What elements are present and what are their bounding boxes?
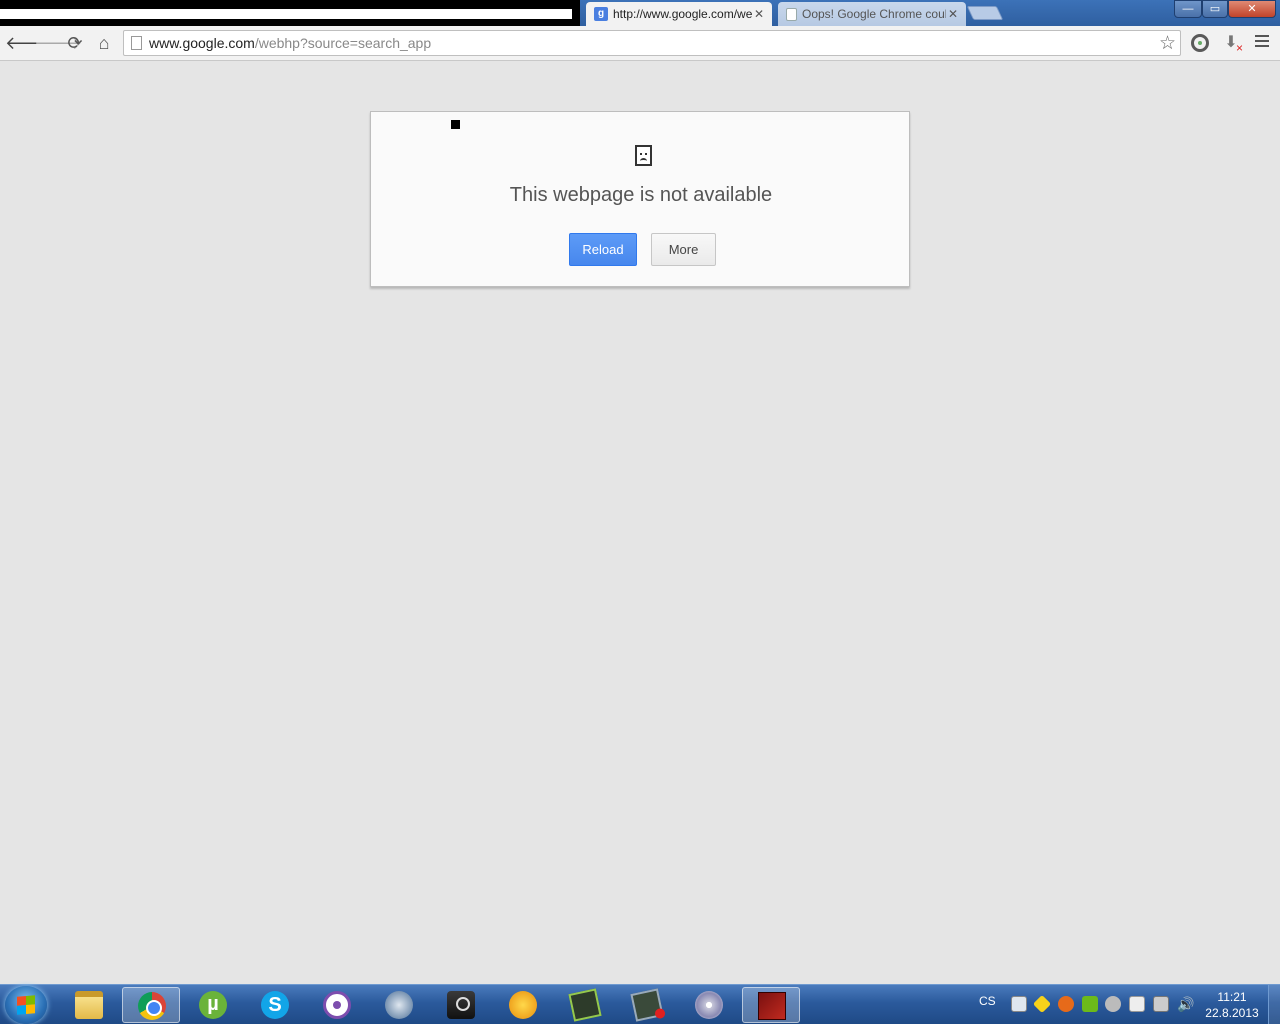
address-bar[interactable]: www.google.com/webhp?source=search_app ☆ <box>123 30 1181 56</box>
viber-icon <box>323 991 351 1019</box>
tray-network-icon[interactable] <box>1011 996 1027 1012</box>
back-button[interactable]: 🡐 <box>5 31 53 55</box>
page-icon <box>131 36 142 50</box>
url-host: www.google.com <box>149 35 255 51</box>
disc-icon <box>695 991 723 1019</box>
skype-icon: S <box>261 991 289 1019</box>
clock-date: 22.8.2013 <box>1205 1006 1259 1020</box>
steam-icon <box>447 991 475 1019</box>
show-desktop-button[interactable] <box>1268 985 1280 1024</box>
taskbar-disc-burner[interactable] <box>680 987 738 1023</box>
tray-monitor-icon[interactable] <box>1153 996 1169 1012</box>
new-tab-button[interactable] <box>966 6 1004 20</box>
taskbar-explorer[interactable] <box>60 987 118 1023</box>
redacted-region <box>0 0 580 26</box>
maximize-button[interactable]: ▭ <box>1202 0 1228 18</box>
reload-button[interactable]: ⟳ <box>63 31 87 55</box>
windows-taskbar: µ S CS 🔊 11:21 22.8.2013 <box>0 984 1280 1024</box>
browser-toolbar: 🡐 🡒 ⟳ ⌂ www.google.com/webhp?source=sear… <box>0 26 1280 61</box>
taskbar-app-2[interactable] <box>618 987 676 1023</box>
taskbar-utorrent[interactable]: µ <box>184 987 242 1023</box>
redaction-bar <box>0 9 572 19</box>
sad-page-icon <box>635 145 652 166</box>
taskbar-skype[interactable]: S <box>246 987 304 1023</box>
dota-icon <box>758 992 786 1020</box>
cursor-marker <box>451 120 460 129</box>
tray-steam-icon[interactable] <box>1105 996 1121 1012</box>
reload-page-button[interactable]: Reload <box>569 233 637 266</box>
tab-title: http://www.google.com/webhp?source=searc… <box>613 7 752 21</box>
start-button[interactable] <box>5 986 47 1024</box>
page-favicon-icon <box>786 7 797 21</box>
google-favicon-icon: g <box>594 7 608 21</box>
title-bar: g http://www.google.com/webhp?source=sea… <box>0 0 1280 26</box>
tray-action-center-icon[interactable] <box>1129 996 1145 1012</box>
utorrent-icon: µ <box>199 991 227 1019</box>
download-blocked-icon[interactable]: ⬇ <box>1222 34 1243 57</box>
minimize-button[interactable]: — <box>1174 0 1202 18</box>
chrome-menu-icon[interactable] <box>1255 35 1269 49</box>
tab-oops-chrome[interactable]: Oops! Google Chrome could not connect ✕ <box>778 2 966 26</box>
language-indicator[interactable]: CS <box>979 994 996 1008</box>
extension-icon[interactable] <box>1191 34 1209 52</box>
more-button[interactable]: More <box>651 233 716 266</box>
fl-studio-icon <box>509 991 537 1019</box>
forward-button[interactable]: 🡒 <box>34 31 82 55</box>
error-card: This webpage is not available Reload Mor… <box>370 111 910 287</box>
clock[interactable]: 11:21 22.8.2013 <box>1200 989 1264 1021</box>
taskbar-teamspeak[interactable] <box>370 987 428 1023</box>
taskbar-steam[interactable] <box>432 987 490 1023</box>
taskbar-viber[interactable] <box>308 987 366 1023</box>
tray-app-icon[interactable] <box>1058 996 1074 1012</box>
chrome-icon <box>138 992 166 1020</box>
taskbar-dota[interactable] <box>742 987 800 1023</box>
url-text[interactable]: www.google.com/webhp?source=search_app <box>149 35 431 51</box>
error-title: This webpage is not available <box>509 184 773 206</box>
tab-title: Oops! Google Chrome could not connect <box>802 7 946 21</box>
tab-google[interactable]: g http://www.google.com/webhp?source=sea… <box>586 2 772 26</box>
close-window-button[interactable]: ✕ <box>1228 0 1276 18</box>
home-button[interactable]: ⌂ <box>92 31 116 55</box>
app-icon <box>630 988 664 1022</box>
tray-nvidia-icon[interactable] <box>1082 996 1098 1012</box>
teamspeak-icon <box>385 991 413 1019</box>
bookmark-star-icon[interactable]: ☆ <box>1159 32 1176 55</box>
clock-time: 11:21 <box>1217 990 1247 1004</box>
close-tab-icon[interactable]: ✕ <box>946 7 960 21</box>
tray-antivirus-icon[interactable] <box>1032 994 1052 1014</box>
taskbar-fl-studio[interactable] <box>494 987 552 1023</box>
app-icon <box>568 988 602 1022</box>
taskbar-chrome[interactable] <box>122 987 180 1023</box>
url-path: /webhp?source=search_app <box>254 35 432 51</box>
taskbar-app-1[interactable] <box>556 987 614 1023</box>
folder-icon <box>75 991 103 1019</box>
volume-icon[interactable]: 🔊 <box>1177 996 1194 1012</box>
close-tab-icon[interactable]: ✕ <box>752 7 766 21</box>
